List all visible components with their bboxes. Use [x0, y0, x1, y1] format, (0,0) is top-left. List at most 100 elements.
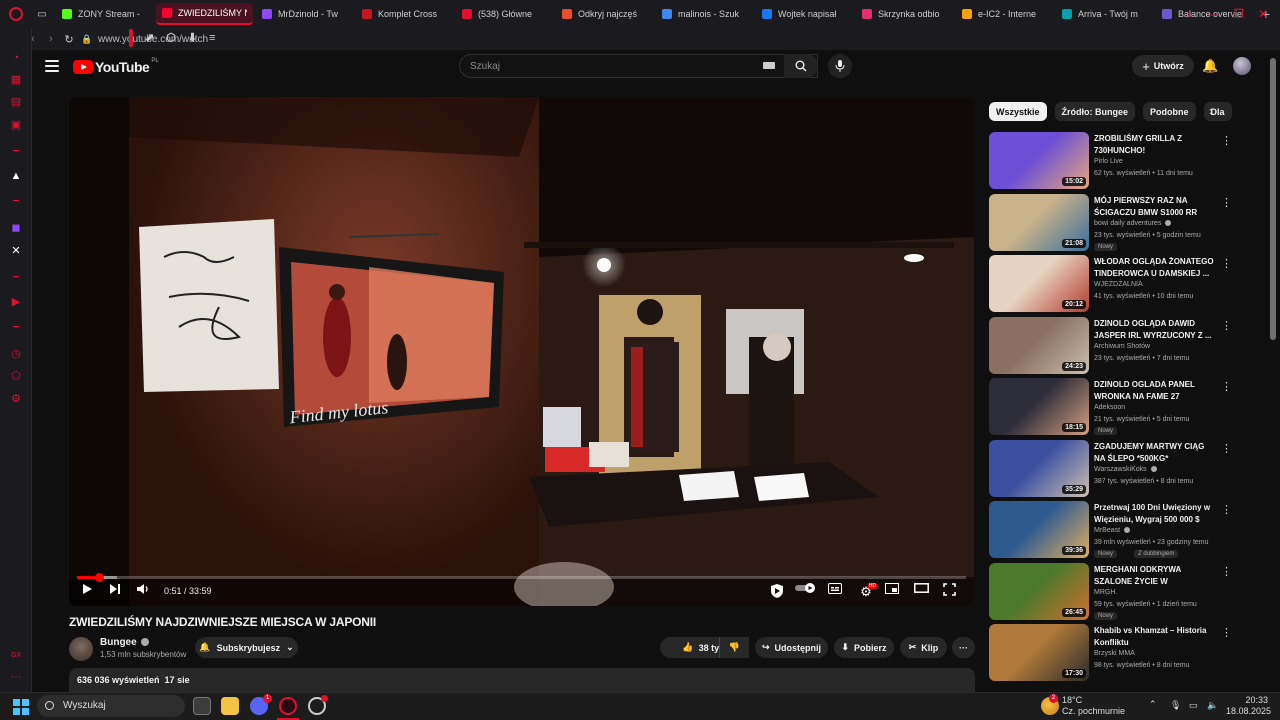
- forward-icon[interactable]: ›: [42, 33, 60, 45]
- recommendation-channel[interactable]: bowi daily adventures: [1094, 220, 1161, 227]
- recommendation-channel-row[interactable]: Archiwum Shotów: [1094, 343, 1150, 350]
- more-vertical-icon[interactable]: ⋮: [1221, 626, 1232, 639]
- discord-icon[interactable]: 1: [250, 694, 272, 715]
- recommendation-title[interactable]: WŁODAR OGLĄDA ŻONATEGO TINDEROWCA U DAMS…: [1094, 256, 1214, 280]
- menu-icon[interactable]: ≡: [209, 32, 215, 44]
- more-vertical-icon[interactable]: ⋮: [1221, 134, 1232, 147]
- more-vertical-icon[interactable]: ⋮: [1221, 319, 1232, 332]
- browser-tab[interactable]: Wojtek napisał: [756, 3, 853, 25]
- reload-icon[interactable]: ↻: [60, 33, 78, 46]
- subscribed-button[interactable]: 🔔 Subskrybujesz ⌄: [195, 637, 298, 658]
- weather-description[interactable]: Cz. pochmurnie: [1062, 706, 1125, 716]
- progress-bar[interactable]: [77, 573, 966, 582]
- miniplayer-toggle-button[interactable]: [769, 583, 787, 601]
- recommendation-item[interactable]: 39:36 Przetrwaj 100 Dni Uwięziony w Więzi…: [989, 501, 1232, 558]
- windows-start-icon[interactable]: [13, 699, 29, 715]
- chevron-up-icon[interactable]: ⌃: [1149, 699, 1157, 710]
- recommendation-channel[interactable]: WarszawskiKoks: [1094, 466, 1147, 473]
- recommendation-item[interactable]: 21:08 MÓJ PIERWSZY RAZ NA ŚCIGACZU BMW S1…: [989, 193, 1232, 251]
- keyboard-icon[interactable]: [763, 62, 775, 69]
- task-view-icon[interactable]: [193, 697, 211, 715]
- account-avatar[interactable]: [1233, 57, 1251, 75]
- video-player[interactable]: Find my lotus 0:51 / 33:59 ⚙ HD: [69, 97, 974, 606]
- more-vertical-icon[interactable]: ⋮: [1221, 196, 1232, 209]
- next-button[interactable]: [109, 583, 127, 601]
- theater-mode-button[interactable]: [914, 583, 932, 601]
- tab-islands-icon[interactable]: ▭: [32, 0, 52, 28]
- recommendation-item[interactable]: 17:30 Khabib vs Khamzat – Historia Konfli…: [989, 624, 1232, 681]
- recommendation-channel[interactable]: WJEŻDŻALNIA: [1094, 281, 1143, 288]
- video-thumbnail[interactable]: 35:29: [989, 439, 1089, 497]
- video-thumbnail[interactable]: 15:02: [989, 132, 1089, 189]
- more-actions-button[interactable]: ···: [952, 637, 975, 658]
- aria-icon[interactable]: ◔: [10, 52, 22, 64]
- opera-gx-taskbar-icon[interactable]: [279, 697, 297, 715]
- clock-time[interactable]: 20:33: [1232, 695, 1268, 705]
- recommendation-title[interactable]: MERGHANI ODKRYWA SZALONE ŻYCIE W AMAZONC…: [1094, 564, 1214, 588]
- filter-chip[interactable]: Dla: [1203, 102, 1232, 121]
- video-thumbnail[interactable]: 21:08: [989, 193, 1089, 251]
- recommendation-channel[interactable]: MRGH.: [1094, 589, 1117, 596]
- settings-sidebar-icon[interactable]: ⚙: [10, 393, 22, 405]
- video-thumbnail[interactable]: 17:30: [989, 624, 1089, 681]
- recommendation-channel[interactable]: Archiwum Shotów: [1094, 343, 1150, 350]
- recommendation-channel[interactable]: Pirlo Live: [1094, 158, 1123, 165]
- browser-tab[interactable]: Komplet Cross: [356, 3, 453, 25]
- recommendation-item[interactable]: 20:12 WŁODAR OGLĄDA ŻONATEGO TINDEROWCA U…: [989, 255, 1232, 312]
- gx-icon[interactable]: GX: [10, 650, 22, 662]
- more-vertical-icon[interactable]: ⋮: [1221, 503, 1232, 516]
- autoplay-toggle[interactable]: [795, 583, 819, 601]
- recommendation-title[interactable]: ZROBILIŚMY GRILLA Z 730HUNCHO!: [1094, 133, 1214, 157]
- recommendation-channel-row[interactable]: WarszawskiKoks: [1094, 466, 1157, 473]
- browser-tab[interactable]: Odkryj najczęś: [556, 3, 653, 25]
- microphone-tray-icon[interactable]: 🎙: [1170, 700, 1181, 711]
- clip-button[interactable]: ✂ Klip: [900, 637, 947, 658]
- volume-button[interactable]: [137, 583, 155, 601]
- recommendation-channel-row[interactable]: Pirlo Live: [1094, 158, 1123, 165]
- browser-tab[interactable]: Arriva - Twój m: [1056, 3, 1153, 25]
- app-icon[interactable]: ▲: [10, 170, 22, 182]
- browser-tab[interactable]: malinois - Szuk: [656, 3, 753, 25]
- video-thumbnail[interactable]: 18:15: [989, 378, 1089, 435]
- player-icon[interactable]: ▶: [10, 296, 22, 308]
- video-thumbnail[interactable]: 39:36: [989, 501, 1089, 558]
- speaker-icon[interactable]: 🔈: [1207, 700, 1218, 711]
- voice-search-button[interactable]: [828, 54, 852, 78]
- news-icon[interactable]: ▤: [10, 96, 22, 108]
- recommendation-title[interactable]: MÓJ PIERWSZY RAZ NA ŚCIGACZU BMW S1000 R…: [1094, 195, 1214, 219]
- filter-chip[interactable]: Podobne: [1143, 102, 1196, 121]
- recommendation-channel-row[interactable]: Adeksoon: [1094, 404, 1125, 411]
- dislike-button[interactable]: 👎: [719, 637, 749, 658]
- minimize-icon[interactable]: —: [1207, 7, 1219, 21]
- recommendation-title[interactable]: ZGADUJEMY MARTWY CIĄG NA ŚLEPO *500KG*: [1094, 441, 1214, 465]
- recommendation-item[interactable]: 15:02 ZROBILIŚMY GRILLA Z 730HUNCHO! Pirlo…: [989, 132, 1232, 189]
- more-vertical-icon[interactable]: ⋮: [1221, 442, 1232, 455]
- download-button[interactable]: ⬇ Pobierz: [834, 637, 894, 658]
- page-scrollbar[interactable]: [1270, 58, 1276, 340]
- more-vertical-icon[interactable]: ⋮: [1221, 257, 1232, 270]
- opera-logo-icon[interactable]: [0, 0, 32, 28]
- recommendation-item[interactable]: 18:15 DZINOLD OGLADA PANEL WRONKA NA FAME…: [989, 378, 1232, 435]
- weather-temp[interactable]: 18°C: [1062, 695, 1082, 705]
- extensions-icon[interactable]: ⬡: [166, 32, 176, 44]
- weather-icon[interactable]: 2: [1041, 694, 1059, 715]
- file-explorer-icon[interactable]: [221, 697, 239, 715]
- recommendation-channel[interactable]: Adeksoon: [1094, 404, 1125, 411]
- recommendation-channel-row[interactable]: bowi daily adventures: [1094, 220, 1172, 227]
- hamburger-menu-icon[interactable]: [45, 60, 59, 72]
- description-box[interactable]: 636 036 wyświetleń 17 sie: [69, 668, 975, 692]
- search-button[interactable]: [784, 54, 818, 78]
- share-button[interactable]: ↪ Udostępnij: [755, 637, 828, 658]
- browser-tab[interactable]: MrDzinold - Tw: [256, 3, 353, 25]
- recommendation-item[interactable]: 24:23 DZINOLD OGLĄDA DAWID JASPER IRL WYR…: [989, 316, 1232, 374]
- settings-button[interactable]: ⚙ HD: [857, 583, 877, 601]
- channel-name-row[interactable]: Bungee: [100, 637, 149, 648]
- recommendation-channel-row[interactable]: MRGH.: [1094, 589, 1117, 596]
- subtitles-button[interactable]: [828, 583, 846, 601]
- notifications-bell-icon[interactable]: 🔔: [1202, 58, 1218, 74]
- create-button[interactable]: + Utwórz: [1132, 55, 1194, 77]
- clock-date[interactable]: 18.08.2025: [1226, 706, 1271, 716]
- browser-tab[interactable]: ZWIEDZILIŚMY NAJDZIW: [156, 3, 253, 25]
- snapshot-icon[interactable]: ⬈: [145, 32, 154, 44]
- more-sidebar-icon[interactable]: ···: [10, 671, 22, 683]
